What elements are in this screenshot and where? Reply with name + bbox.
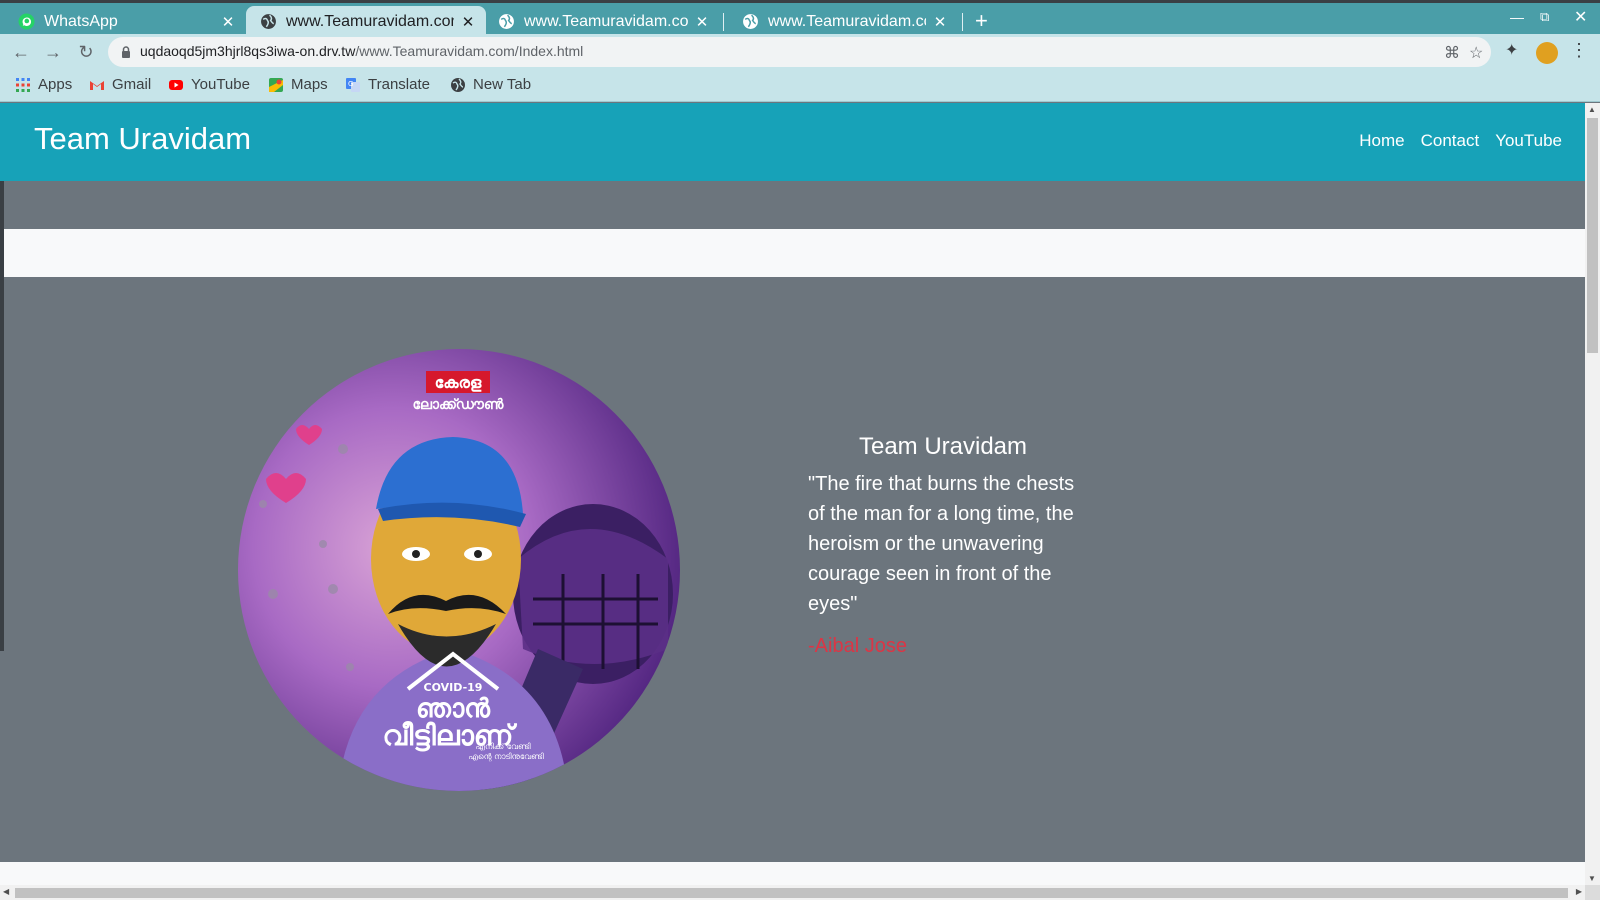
scrollbar-corner (1585, 885, 1600, 900)
horizontal-scrollbar[interactable]: ◀ ▶ (0, 885, 1585, 900)
tab-teamuravidam-active[interactable]: www.Teamuravidam.com ✕ (246, 6, 486, 37)
apps-grid-icon (16, 77, 30, 92)
page-footer-strip (0, 862, 1585, 885)
lock-icon (122, 46, 130, 58)
bookmark-gmail[interactable]: Gmail (89, 76, 151, 93)
gmail-icon (90, 80, 104, 90)
bookmark-new-tab[interactable]: New Tab (450, 76, 531, 93)
bookmark-star-icon[interactable]: ☆ (1469, 43, 1483, 63)
svg-text:G: G (348, 80, 353, 88)
tab-separator (962, 13, 963, 31)
bookmark-youtube[interactable]: YouTube (168, 76, 250, 93)
poster-sub-label-1: എനിക്ക് വേണ്ടി (475, 742, 530, 752)
close-tab-icon[interactable]: ✕ (220, 13, 236, 31)
poster-covid-label: COVID-19 (424, 681, 483, 694)
globe-icon (451, 77, 465, 92)
poster-sub-label-2: എന്റെ നാടിനുവേണ്ടി (468, 752, 544, 762)
close-tab-icon[interactable]: ✕ (694, 13, 710, 31)
page-viewport: Team Uravidam Home Contact YouTube കേരള … (0, 103, 1585, 885)
forward-arrow-icon[interactable]: → (42, 41, 64, 63)
close-tab-icon[interactable]: ✕ (932, 13, 948, 31)
whatsapp-icon (18, 13, 35, 30)
new-tab-plus-icon[interactable]: + (975, 8, 988, 34)
scroll-right-arrow-icon[interactable]: ▶ (1576, 887, 1582, 896)
tab-title: www.Teamuravidam.com (524, 12, 688, 30)
extensions-puzzle-icon[interactable]: ✦ (1505, 40, 1518, 60)
url-path: /www.Teamuravidam.com/Index.html (355, 43, 584, 59)
browser-menu-icon[interactable]: ⋮ (1570, 40, 1588, 61)
profile-avatar[interactable] (1536, 42, 1558, 64)
bookmark-label: Maps (291, 76, 328, 93)
bookmark-label: New Tab (473, 76, 532, 93)
address-bar[interactable]: uqdaoqd5jm3hjrl8qs3iwa-on.drv.tw/www.Tea… (108, 37, 1491, 67)
close-window-icon[interactable]: ✕ (1574, 7, 1587, 27)
scroll-down-arrow-icon[interactable]: ▼ (1588, 874, 1596, 883)
bookmark-apps[interactable]: Apps (15, 76, 72, 93)
poster-kerala-label: കേരള (435, 373, 482, 392)
nav-contact-link[interactable]: Contact (1421, 131, 1480, 151)
url-host: uqdaoqd5jm3hjrl8qs3iwa-on.drv.tw (140, 43, 356, 59)
tab-title: www.Teamuravidam.com (768, 12, 926, 30)
white-banner-strip (4, 229, 1585, 277)
site-brand[interactable]: Team Uravidam (34, 121, 251, 157)
lockdown-poster-image: കേരള ലോക്ക്ഡൗൺ COVID-19 ഞാൻ വീട്ടിലാണ് എ… (238, 349, 680, 791)
tab-title: WhatsApp (44, 12, 118, 30)
horizontal-scroll-thumb[interactable] (15, 888, 1568, 898)
maps-icon (269, 77, 283, 92)
bookmark-maps[interactable]: Maps (268, 76, 328, 93)
globe-icon (499, 14, 514, 29)
bookmark-translate[interactable]: G Translate (345, 76, 430, 93)
translate-icon: G (346, 77, 360, 92)
quote-author: -Aibal Jose (808, 635, 907, 657)
bookmarks-bar: Apps Gmail YouTube Maps G Translate New … (0, 69, 1600, 102)
quote-heading: Team Uravidam (858, 433, 1028, 460)
scroll-up-arrow-icon[interactable]: ▲ (1588, 105, 1596, 114)
poster-lockdown-label: ലോക്ക്ഡൗൺ (412, 397, 503, 413)
translate-page-icon[interactable]: ⌘ (1444, 43, 1460, 63)
restore-icon[interactable]: ⧉ (1540, 9, 1549, 25)
vertical-scroll-thumb[interactable] (1587, 118, 1598, 353)
scroll-left-arrow-icon[interactable]: ◀ (3, 887, 9, 896)
browser-tab-bar: WhatsApp ✕ www.Teamuravidam.com ✕ www.Te… (0, 0, 1600, 37)
youtube-icon (169, 79, 183, 90)
quote-section: Team Uravidam "The fire that burns the c… (808, 433, 1078, 658)
url-text: uqdaoqd5jm3hjrl8qs3iwa-on.drv.tw/www.Tea… (140, 43, 583, 59)
bookmark-label: YouTube (191, 76, 250, 93)
browser-toolbar: ← → ↻ uqdaoqd5jm3hjrl8qs3iwa-on.drv.tw/w… (0, 34, 1600, 69)
close-tab-icon[interactable]: ✕ (460, 13, 476, 31)
site-navbar: Team Uravidam Home Contact YouTube (0, 103, 1585, 181)
reload-icon[interactable]: ↻ (75, 41, 97, 63)
nav-youtube-link[interactable]: YouTube (1495, 131, 1562, 151)
globe-icon (261, 14, 276, 29)
tab-title: www.Teamuravidam.com (286, 12, 454, 30)
site-nav-links: Home Contact YouTube (1359, 131, 1562, 151)
tab-teamuravidam-3[interactable]: www.Teamuravidam.com ✕ (724, 6, 958, 37)
tab-whatsapp[interactable]: WhatsApp ✕ (0, 6, 246, 37)
bookmark-label: Translate (368, 76, 430, 93)
back-arrow-icon[interactable]: ← (10, 41, 32, 63)
nav-home-link[interactable]: Home (1359, 131, 1404, 151)
bookmark-label: Gmail (112, 76, 152, 93)
minimize-icon[interactable]: — (1510, 9, 1524, 25)
quote-text: "The fire that burns the chests of the m… (808, 473, 1075, 615)
globe-icon (743, 14, 758, 29)
bookmark-label: Apps (38, 76, 73, 93)
tab-teamuravidam-2[interactable]: www.Teamuravidam.com ✕ (486, 6, 720, 37)
vertical-scrollbar[interactable]: ▲ ▼ (1585, 103, 1600, 885)
